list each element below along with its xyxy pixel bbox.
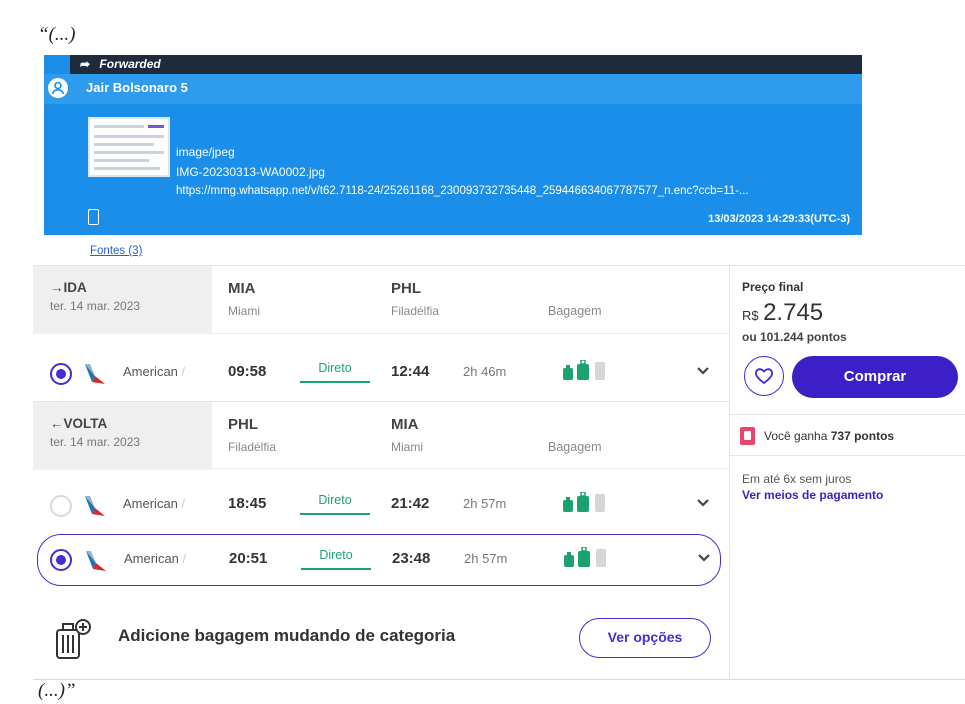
add-baggage-text: Adicione bagagem mudando de categoria: [118, 626, 456, 645]
baggage-icons: [563, 360, 605, 380]
plane-return-icon: ←: [50, 416, 64, 431]
flight-results-panel: →IDA ter. 14 mar. 2023 MIA Miami PHL Fil…: [33, 265, 965, 680]
airline-name: American /: [123, 364, 186, 379]
departure-time: 09:58: [228, 363, 267, 380]
american-airlines-logo-icon: [85, 364, 105, 384]
sources-link[interactable]: Fontes (3): [90, 245, 142, 257]
arrival-time: 21:42: [391, 495, 430, 512]
points-card-icon: [740, 427, 755, 445]
buy-button[interactable]: Comprar: [792, 356, 958, 398]
forward-icon: ➦: [80, 57, 91, 71]
installments-text: Em até 6x sem juros: [742, 472, 852, 486]
forwarded-banner: ➦ Forwarded: [70, 55, 862, 74]
flight-option[interactable]: American / 09:58 Direto 12:44 2h 46m: [33, 346, 729, 398]
airline-name: American /: [124, 551, 187, 566]
arrival-time: 23:48: [392, 550, 431, 567]
price-sidebar: Preço final R$ 2.745 ou 101.244 pontos C…: [729, 266, 965, 680]
price-label: Preço final: [742, 280, 804, 294]
attachment-url[interactable]: https://mmg.whatsapp.net/v/t62.7118-24/2…: [176, 185, 749, 197]
outbound-date: ter. 14 mar. 2023: [50, 299, 141, 313]
return-date: ter. 14 mar. 2023: [50, 435, 141, 449]
duration: 2h 57m: [464, 551, 508, 566]
favorite-button[interactable]: [744, 356, 784, 396]
baggage-label: Bagagem: [548, 304, 602, 318]
message-timestamp: 13/03/2023 14:29:33(UTC-3): [708, 213, 850, 225]
stops-label: Direto: [301, 548, 371, 570]
outbound-header: →IDA ter. 14 mar. 2023 MIA Miami PHL Fil…: [33, 266, 729, 334]
forwarded-label: Forwarded: [99, 57, 161, 71]
chevron-down-icon[interactable]: [693, 492, 713, 512]
stops-label: Direto: [300, 493, 370, 515]
destination-code: MIA: [391, 416, 419, 433]
flight-radio-selected[interactable]: [50, 363, 72, 385]
baggage-label: Bagagem: [548, 440, 602, 454]
add-baggage-banner: Adicione bagagem mudando de categoria Ve…: [33, 596, 729, 680]
heart-icon: [755, 368, 773, 385]
sender-name: Jair Bolsonaro 5: [86, 80, 188, 95]
price-currency: R$: [742, 308, 759, 323]
payment-methods-link[interactable]: Ver meios de pagamento: [742, 488, 883, 502]
chevron-down-icon[interactable]: [693, 360, 713, 380]
flight-option-selected[interactable]: American / 20:51 Direto 23:48 2h 57m: [37, 534, 721, 586]
american-airlines-logo-icon: [85, 496, 105, 516]
baggage-icons: [563, 492, 605, 512]
points-earn-box: Você ganha 737 pontos: [730, 414, 965, 456]
baggage-icons: [564, 547, 606, 567]
plane-depart-icon: →: [50, 280, 64, 295]
attachment-filename: IMG-20230313-WA0002.jpg: [176, 165, 325, 179]
origin-city: Filadélfia: [228, 440, 277, 454]
airline-name: American /: [123, 496, 186, 511]
american-airlines-logo-icon: [86, 551, 106, 571]
whatsapp-message-card: ➦ Forwarded Jair Bolsonaro 5 image/jpeg …: [44, 55, 862, 235]
arrival-time: 12:44: [391, 363, 430, 380]
flight-radio-selected[interactable]: [50, 549, 72, 571]
flight-radio[interactable]: [50, 495, 72, 517]
image-thumbnail[interactable]: [88, 117, 170, 177]
origin-code: MIA: [228, 280, 256, 297]
price-value: 2.745: [763, 299, 824, 326]
flight-option[interactable]: American / 18:45 Direto 21:42 2h 57m: [33, 478, 729, 530]
see-options-button[interactable]: Ver opções: [579, 618, 711, 658]
duration: 2h 46m: [463, 364, 507, 379]
return-header: ←VOLTA ter. 14 mar. 2023 PHL Filadélfia …: [33, 401, 729, 470]
message-header: Jair Bolsonaro 5: [44, 74, 862, 104]
origin-code: PHL: [228, 416, 258, 433]
price-points: ou 101.244 pontos: [742, 330, 847, 344]
outbound-tag-label: IDA: [63, 280, 87, 295]
destination-code: PHL: [391, 280, 421, 297]
destination-city: Filadélfia: [391, 304, 440, 318]
departure-time: 18:45: [228, 495, 267, 512]
attachment-mime: image/jpeg: [176, 145, 235, 159]
stops-label: Direto: [300, 361, 370, 383]
points-earn-text: Você ganha 737 pontos: [764, 429, 895, 443]
return-tag-label: VOLTA: [63, 416, 108, 431]
destination-city: Miami: [391, 440, 423, 454]
duration: 2h 57m: [463, 496, 507, 511]
return-tag: ←VOLTA ter. 14 mar. 2023: [33, 402, 212, 470]
quote-close: (...)”: [38, 680, 76, 701]
final-price: R$ 2.745: [742, 299, 823, 327]
phone-icon: [88, 209, 99, 225]
chevron-down-icon[interactable]: [694, 547, 714, 567]
outbound-tag: →IDA ter. 14 mar. 2023: [33, 266, 212, 334]
departure-time: 20:51: [229, 550, 268, 567]
origin-city: Miami: [228, 304, 260, 318]
user-icon: [48, 78, 68, 98]
luggage-add-icon: [56, 619, 91, 659]
quote-open: “(...): [38, 24, 76, 45]
